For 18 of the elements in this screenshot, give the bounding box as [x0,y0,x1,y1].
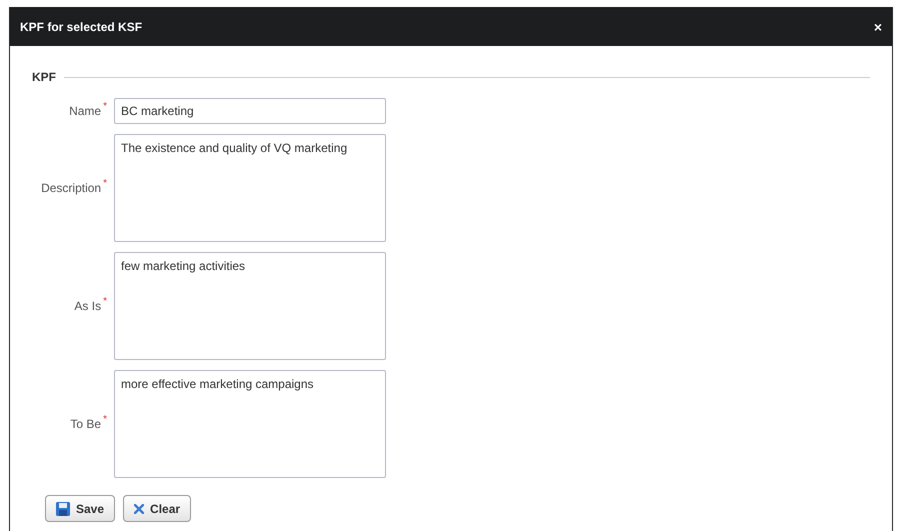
required-asterisk: * [103,414,107,425]
cross-icon [134,504,144,514]
fieldset-legend: KPF [32,68,56,86]
save-button[interactable]: Save [45,495,116,522]
required-asterisk: * [103,101,107,112]
field-label: As Is [74,299,102,313]
required-asterisk: * [103,296,107,307]
window-title: KPF for selected KSF [20,18,142,36]
field-label: Description [41,181,102,195]
field-label: To Be [70,417,102,431]
text-area[interactable]: few marketing activities [114,252,386,360]
clear-button[interactable]: Clear [123,495,192,522]
name-field[interactable]: BC marketing [114,98,386,124]
required-asterisk: * [103,178,107,189]
text-area[interactable]: more effective marketing campaigns [114,370,386,478]
close-button[interactable]: × [874,20,882,34]
text-area[interactable]: The existence and quality of VQ marketing [114,134,386,242]
field-label: Name [69,104,102,118]
